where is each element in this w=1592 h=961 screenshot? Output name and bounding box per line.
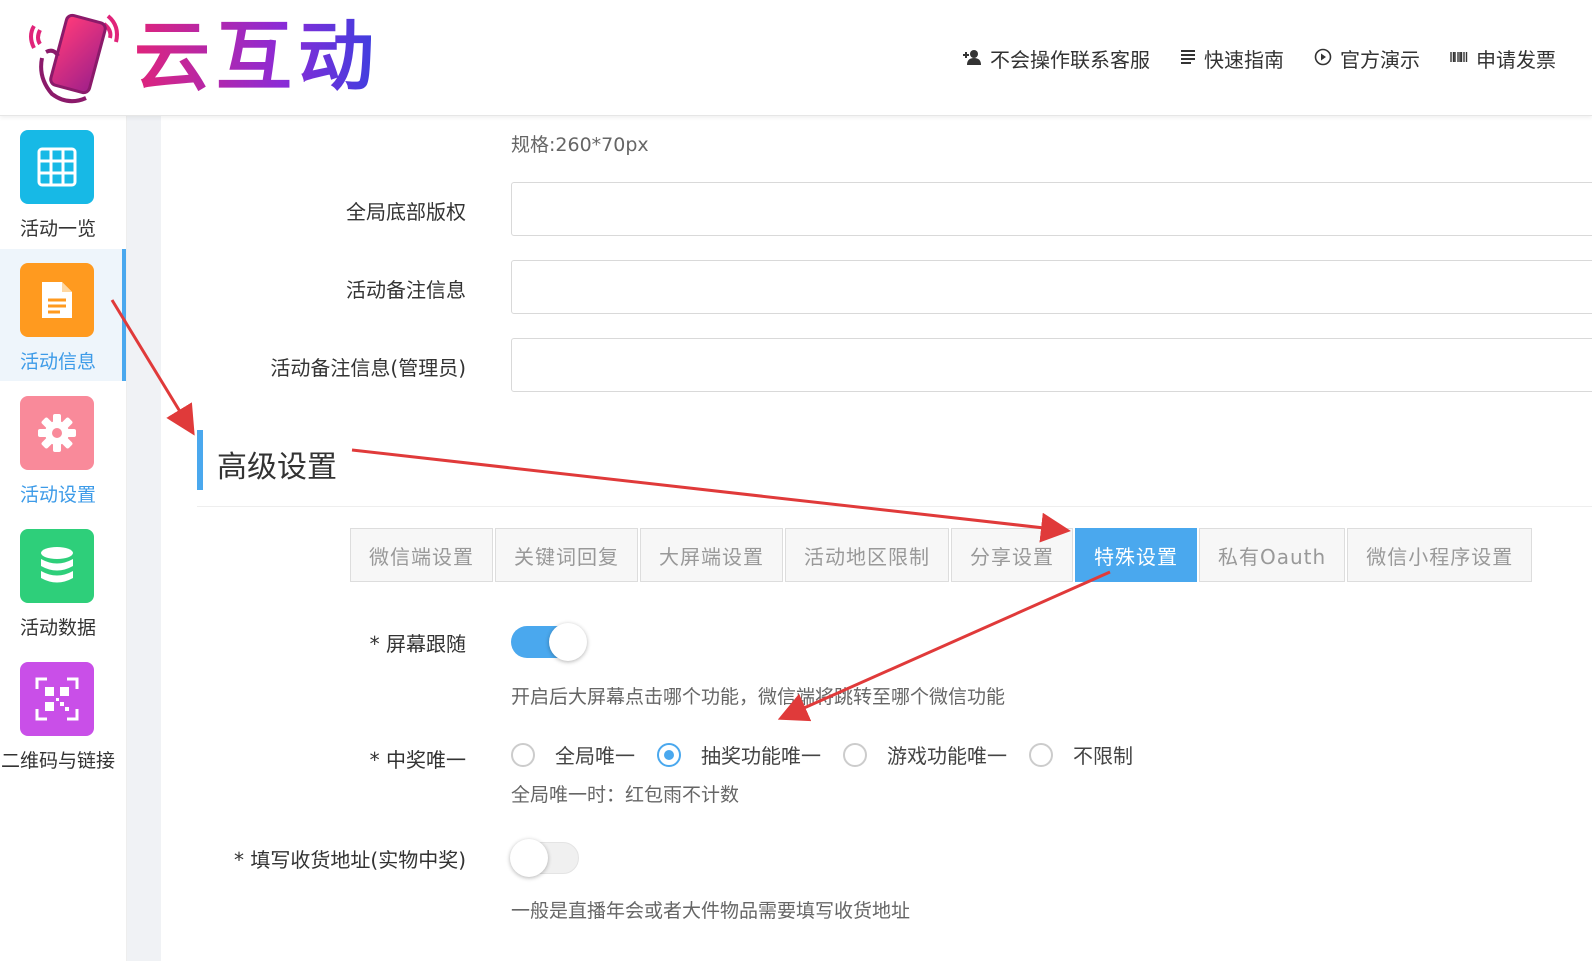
tab-region-limit[interactable]: 活动地区限制 xyxy=(785,528,949,582)
sidebar-item-activity-overview[interactable]: 活动一览 xyxy=(0,116,126,248)
winner-unique-radio-group: 全局唯一 抽奖功能唯一 游戏功能唯一 不限制 xyxy=(511,740,1155,769)
nav-quick-guide[interactable]: 快速指南 xyxy=(1180,44,1284,73)
radio-label: 不限制 xyxy=(1073,744,1133,768)
add-user-icon xyxy=(962,49,982,69)
sidebar-item-label: 二维码与链接 xyxy=(0,750,115,772)
radio-circle-checked[interactable] xyxy=(657,742,681,767)
database-icon xyxy=(20,529,94,603)
sidebar-item-label: 活动一览 xyxy=(19,218,96,240)
document-icon xyxy=(20,263,94,337)
sidebar-item-activity-settings[interactable]: 活动设置 xyxy=(0,382,126,514)
radio-circle[interactable] xyxy=(511,742,535,767)
screen-follow-toggle[interactable] xyxy=(511,623,587,661)
address-hint: 一般是直播年会或者大件物品需要填写收货地址 xyxy=(511,900,911,922)
radio-lottery-unique[interactable]: 抽奖功能唯一 xyxy=(657,740,821,769)
top-nav: 不会操作联系客服 快速指南 官方演示 申请发票 xyxy=(962,44,1556,73)
tab-wechat-settings[interactable]: 微信端设置 xyxy=(350,528,493,582)
screen-follow-hint: 开启后大屏幕点击哪个功能，微信端将跳转至哪个微信功能 xyxy=(511,686,1006,708)
remark-input[interactable] xyxy=(511,260,1592,314)
admin-remark-input[interactable] xyxy=(511,338,1592,392)
sidebar-item-label: 活动数据 xyxy=(19,617,96,639)
tab-big-screen-settings[interactable]: 大屏端设置 xyxy=(640,528,783,582)
radio-game-unique[interactable]: 游戏功能唯一 xyxy=(843,740,1007,769)
nav-official-demo[interactable]: 官方演示 xyxy=(1314,44,1420,73)
section-divider xyxy=(197,506,1592,507)
field-label-admin-remark: 活动备注信息(管理员) xyxy=(270,356,466,380)
sidebar: 活动一览 活动信息 活动设置 活动数据 二维码与链接 xyxy=(0,116,127,961)
tab-special-settings[interactable]: 特殊设置 xyxy=(1075,528,1197,582)
spec-hint: 规格:260*70px xyxy=(511,134,649,156)
settings-tabs: 微信端设置 关键词回复 大屏端设置 活动地区限制 分享设置 特殊设置 私有Oau… xyxy=(350,528,1534,582)
qrcode-icon xyxy=(20,662,94,736)
field-label-remark: 活动备注信息 xyxy=(346,278,466,302)
sidebar-item-activity-data[interactable]: 活动数据 xyxy=(0,515,126,647)
main-content: 规格:260*70px 全局底部版权 活动备注信息 活动备注信息(管理员) 高级… xyxy=(161,116,1592,961)
section-accent-bar xyxy=(197,430,203,490)
radio-circle[interactable] xyxy=(843,742,867,767)
screen-follow-label: * 屏幕跟随 xyxy=(369,632,466,656)
phone-logo-icon xyxy=(29,13,119,104)
gear-icon xyxy=(20,396,94,470)
radio-global-unique[interactable]: 全局唯一 xyxy=(511,740,635,769)
address-toggle[interactable] xyxy=(510,839,579,877)
tab-keyword-reply[interactable]: 关键词回复 xyxy=(495,528,638,582)
grid-icon xyxy=(20,130,94,204)
winner-unique-label: * 中奖唯一 xyxy=(369,748,466,772)
toggle-knob xyxy=(510,839,548,877)
radio-label: 抽奖功能唯一 xyxy=(701,744,821,768)
field-label-footer-copyright: 全局底部版权 xyxy=(346,200,466,224)
footer-copyright-input[interactable] xyxy=(511,182,1592,236)
nav-label: 申请发票 xyxy=(1476,48,1556,72)
logo-text: 云互动 xyxy=(134,12,380,101)
barcode-icon xyxy=(1450,49,1468,68)
nav-contact-service[interactable]: 不会操作联系客服 xyxy=(962,44,1150,73)
nav-label: 快速指南 xyxy=(1204,48,1284,72)
address-label: * 填写收货地址(实物中奖) xyxy=(234,848,466,872)
radio-no-limit[interactable]: 不限制 xyxy=(1029,740,1133,769)
winner-unique-hint: 全局唯一时：红包雨不计数 xyxy=(511,784,740,806)
list-icon xyxy=(1180,49,1196,69)
nav-invoice[interactable]: 申请发票 xyxy=(1450,44,1556,73)
radio-circle[interactable] xyxy=(1029,742,1053,767)
sidebar-item-qrcode-link[interactable]: 二维码与链接 xyxy=(0,648,126,780)
sidebar-item-activity-info[interactable]: 活动信息 xyxy=(0,249,126,381)
nav-label: 官方演示 xyxy=(1340,48,1420,72)
toggle-knob xyxy=(549,623,587,661)
content-gutter xyxy=(127,116,161,961)
nav-label: 不会操作联系客服 xyxy=(990,48,1150,72)
play-circle-icon xyxy=(1314,48,1332,70)
sidebar-item-label: 活动信息 xyxy=(19,351,96,373)
section-title: 高级设置 xyxy=(217,450,337,485)
sidebar-item-label: 活动设置 xyxy=(19,484,96,506)
tab-share-settings[interactable]: 分享设置 xyxy=(951,528,1073,582)
header: 云互动 不会操作联系客服 快速指南 官方演示 申请发票 xyxy=(0,0,1592,116)
radio-label: 游戏功能唯一 xyxy=(887,744,1007,768)
tab-private-oauth[interactable]: 私有Oauth xyxy=(1199,528,1346,582)
tab-mini-program-settings[interactable]: 微信小程序设置 xyxy=(1347,528,1533,582)
radio-label: 全局唯一 xyxy=(555,744,635,768)
